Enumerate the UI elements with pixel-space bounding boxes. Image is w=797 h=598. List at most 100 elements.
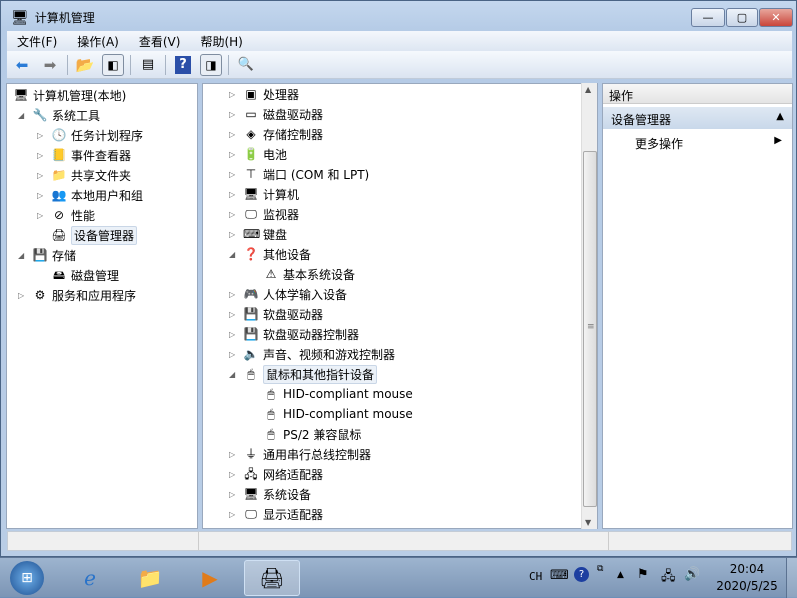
device-icon: 📒 bbox=[51, 148, 67, 162]
tree-item[interactable]: ▷ 🖵 显示适配器 bbox=[229, 504, 323, 524]
maximize-button[interactable]: ▢ bbox=[726, 8, 758, 27]
tree-item[interactable]: 🖨 设备管理器 bbox=[51, 225, 138, 245]
expand-arrow-icon[interactable]: ▷ bbox=[229, 110, 235, 119]
tree-item[interactable]: ▷ ⌨ 键盘 bbox=[229, 224, 287, 244]
collapse-arrow-icon[interactable]: ◢ bbox=[229, 250, 235, 259]
tree-item[interactable]: 🖥 计算机管理(本地) bbox=[13, 85, 126, 105]
forward-icon[interactable]: ➡ bbox=[39, 54, 61, 76]
internet-explorer-icon[interactable]: ℯ bbox=[62, 560, 118, 596]
expand-arrow-icon[interactable]: ▷ bbox=[229, 310, 235, 319]
tree-item[interactable]: ▷ 🖥 系统设备 bbox=[229, 484, 311, 504]
network-icon[interactable]: 🖧 bbox=[661, 567, 676, 589]
action-center-flag-icon[interactable]: ⚑ bbox=[637, 567, 649, 582]
collapse-arrow-icon[interactable]: ◢ bbox=[229, 370, 235, 379]
scrollbar-thumb[interactable]: ≡ bbox=[583, 151, 597, 507]
tree-item[interactable]: ▷ 🕓 任务计划程序 bbox=[37, 125, 143, 145]
scroll-up-icon[interactable]: ▲ bbox=[585, 85, 591, 94]
tree-item[interactable]: ▷ 🖵 监视器 bbox=[229, 204, 299, 224]
tree-item[interactable]: ◢ ❓ 其他设备 bbox=[229, 244, 311, 264]
tree-item[interactable]: ▷ 👥 本地用户和组 bbox=[37, 185, 143, 205]
media-player-icon[interactable]: ▶ bbox=[182, 560, 238, 596]
expand-arrow-icon[interactable]: ▷ bbox=[229, 210, 235, 219]
submenu-arrow-icon: ▶ bbox=[774, 135, 782, 146]
tree-item[interactable]: ▷ 🖧 网络适配器 bbox=[229, 464, 323, 484]
tree-item[interactable]: ▷ ⊘ 性能 bbox=[37, 205, 95, 225]
back-icon[interactable]: ⬅ bbox=[11, 54, 33, 76]
tree-item[interactable]: ▷ ▣ 处理器 bbox=[229, 84, 299, 104]
expand-arrow-icon[interactable]: ▷ bbox=[229, 450, 235, 459]
tree-item[interactable]: ▷ 🖥 计算机 bbox=[229, 184, 299, 204]
language-indicator[interactable]: CH bbox=[529, 570, 542, 583]
show-hide-action-pane-icon[interactable]: ◨ bbox=[200, 53, 222, 76]
tree-item[interactable]: 🖱 HID-compliant mouse bbox=[263, 384, 412, 404]
tree-item[interactable]: 🖱 PS/2 兼容鼠标 bbox=[263, 424, 361, 444]
tree-item[interactable]: ▷ 🎮 人体学输入设备 bbox=[229, 284, 347, 304]
expand-arrow-icon[interactable]: ▷ bbox=[37, 171, 43, 180]
tree-item[interactable]: ▷ ⚙ 服务和应用程序 bbox=[18, 285, 136, 305]
show-desktop-button[interactable] bbox=[786, 558, 797, 598]
menu-file[interactable]: 文件(F) bbox=[7, 33, 67, 50]
collapse-icon[interactable]: ▲ bbox=[776, 111, 784, 122]
minimize-button[interactable]: — bbox=[691, 8, 725, 27]
keyboard-icon[interactable]: ⌨ bbox=[550, 568, 569, 583]
volume-icon[interactable]: 🔊 bbox=[684, 567, 700, 582]
scan-hardware-icon[interactable]: 🔍 bbox=[235, 54, 257, 76]
expand-arrow-icon[interactable]: ▷ bbox=[229, 490, 235, 499]
tree-item[interactable]: 🖱 HID-compliant mouse bbox=[263, 404, 412, 424]
properties-icon[interactable]: ▤ bbox=[137, 54, 159, 76]
expand-arrow-icon[interactable]: ▷ bbox=[229, 470, 235, 479]
tree-item[interactable]: ▷ 📒 事件查看器 bbox=[37, 145, 131, 165]
expand-arrow-icon[interactable]: ▷ bbox=[229, 290, 235, 299]
expand-arrow-icon[interactable]: ▷ bbox=[229, 190, 235, 199]
show-hidden-icons[interactable]: ▲ bbox=[617, 570, 624, 580]
clock[interactable]: 20:04 2020/5/25 bbox=[712, 561, 782, 595]
expand-arrow-icon[interactable]: ▷ bbox=[229, 170, 235, 179]
tree-item[interactable]: ▷ 💾 软盘驱动器 bbox=[229, 304, 323, 324]
tree-item[interactable]: ▷ ⏚ 通用串行总线控制器 bbox=[229, 444, 371, 464]
expand-arrow-icon[interactable]: ▷ bbox=[229, 90, 235, 99]
expand-arrow-icon[interactable]: ▷ bbox=[229, 130, 235, 139]
close-button[interactable]: ✕ bbox=[759, 8, 793, 27]
tree-item[interactable]: 🖴 磁盘管理 bbox=[51, 265, 119, 285]
tree-item[interactable]: ⚠ 基本系统设备 bbox=[263, 264, 355, 284]
tree-item[interactable]: ▷ 🔋 电池 bbox=[229, 144, 287, 164]
more-actions[interactable]: 更多操作 ▶ bbox=[603, 132, 792, 152]
expand-arrow-icon[interactable]: ▷ bbox=[229, 350, 235, 359]
expand-arrow-icon[interactable]: ▷ bbox=[37, 191, 43, 200]
show-hide-tree-icon[interactable]: ◧ bbox=[102, 53, 124, 76]
tree-item[interactable]: ◢ 🖱 鼠标和其他指针设备 bbox=[229, 364, 378, 384]
device-icon: 🖱 bbox=[267, 427, 275, 441]
expand-arrow-icon[interactable]: ▷ bbox=[229, 330, 235, 339]
expand-arrow-icon[interactable]: ▷ bbox=[37, 211, 43, 220]
tree-item[interactable]: ▷ ◈ 存储控制器 bbox=[229, 124, 323, 144]
computer-management-taskbar-icon[interactable]: 🖨 bbox=[244, 560, 300, 596]
tree-item[interactable]: ▷ 🔈 声音、视频和游戏控制器 bbox=[229, 344, 395, 364]
more-actions-label: 更多操作 bbox=[635, 137, 684, 151]
tree-item[interactable]: ▷ ⊤ 端口 (COM 和 LPT) bbox=[229, 164, 369, 184]
expand-arrow-icon[interactable]: ▷ bbox=[229, 510, 235, 519]
tree-item[interactable]: ▷ 💾 软盘驱动器控制器 bbox=[229, 324, 359, 344]
expand-arrow-icon[interactable]: ▷ bbox=[229, 230, 235, 239]
start-button[interactable]: ⊞ bbox=[2, 560, 52, 596]
scroll-down-icon[interactable]: ▼ bbox=[585, 518, 591, 527]
tree-item[interactable]: ◢ 💾 存储 bbox=[18, 245, 76, 265]
help-tray-icon[interactable]: ? bbox=[574, 567, 589, 582]
menu-action[interactable]: 操作(A) bbox=[67, 33, 129, 50]
vertical-scrollbar[interactable]: ▲ ≡ ▼ bbox=[581, 83, 597, 529]
expand-arrow-icon[interactable]: ▷ bbox=[37, 151, 43, 160]
collapse-arrow-icon[interactable]: ◢ bbox=[18, 251, 24, 260]
help-icon[interactable]: ? bbox=[172, 54, 194, 76]
up-folder-icon[interactable]: 📂 bbox=[74, 54, 96, 76]
windows-explorer-icon[interactable]: 📁 bbox=[122, 560, 178, 596]
tree-item[interactable]: ▷ ▭ 磁盘驱动器 bbox=[229, 104, 323, 124]
expand-arrow-icon[interactable]: ▷ bbox=[18, 291, 24, 300]
menu-help[interactable]: 帮助(H) bbox=[190, 33, 252, 50]
collapse-arrow-icon[interactable]: ◢ bbox=[18, 111, 24, 120]
tree-item[interactable]: ◢ 🔧 系统工具 bbox=[18, 105, 100, 125]
tree-item[interactable]: ▷ 📁 共享文件夹 bbox=[37, 165, 131, 185]
ime-options-icon[interactable]: ⧉ bbox=[597, 564, 603, 574]
menu-view[interactable]: 查看(V) bbox=[129, 33, 191, 50]
expand-arrow-icon[interactable]: ▷ bbox=[229, 150, 235, 159]
expand-arrow-icon[interactable]: ▷ bbox=[37, 131, 43, 140]
actions-section-device-manager[interactable]: 设备管理器 ▲ bbox=[603, 107, 792, 129]
